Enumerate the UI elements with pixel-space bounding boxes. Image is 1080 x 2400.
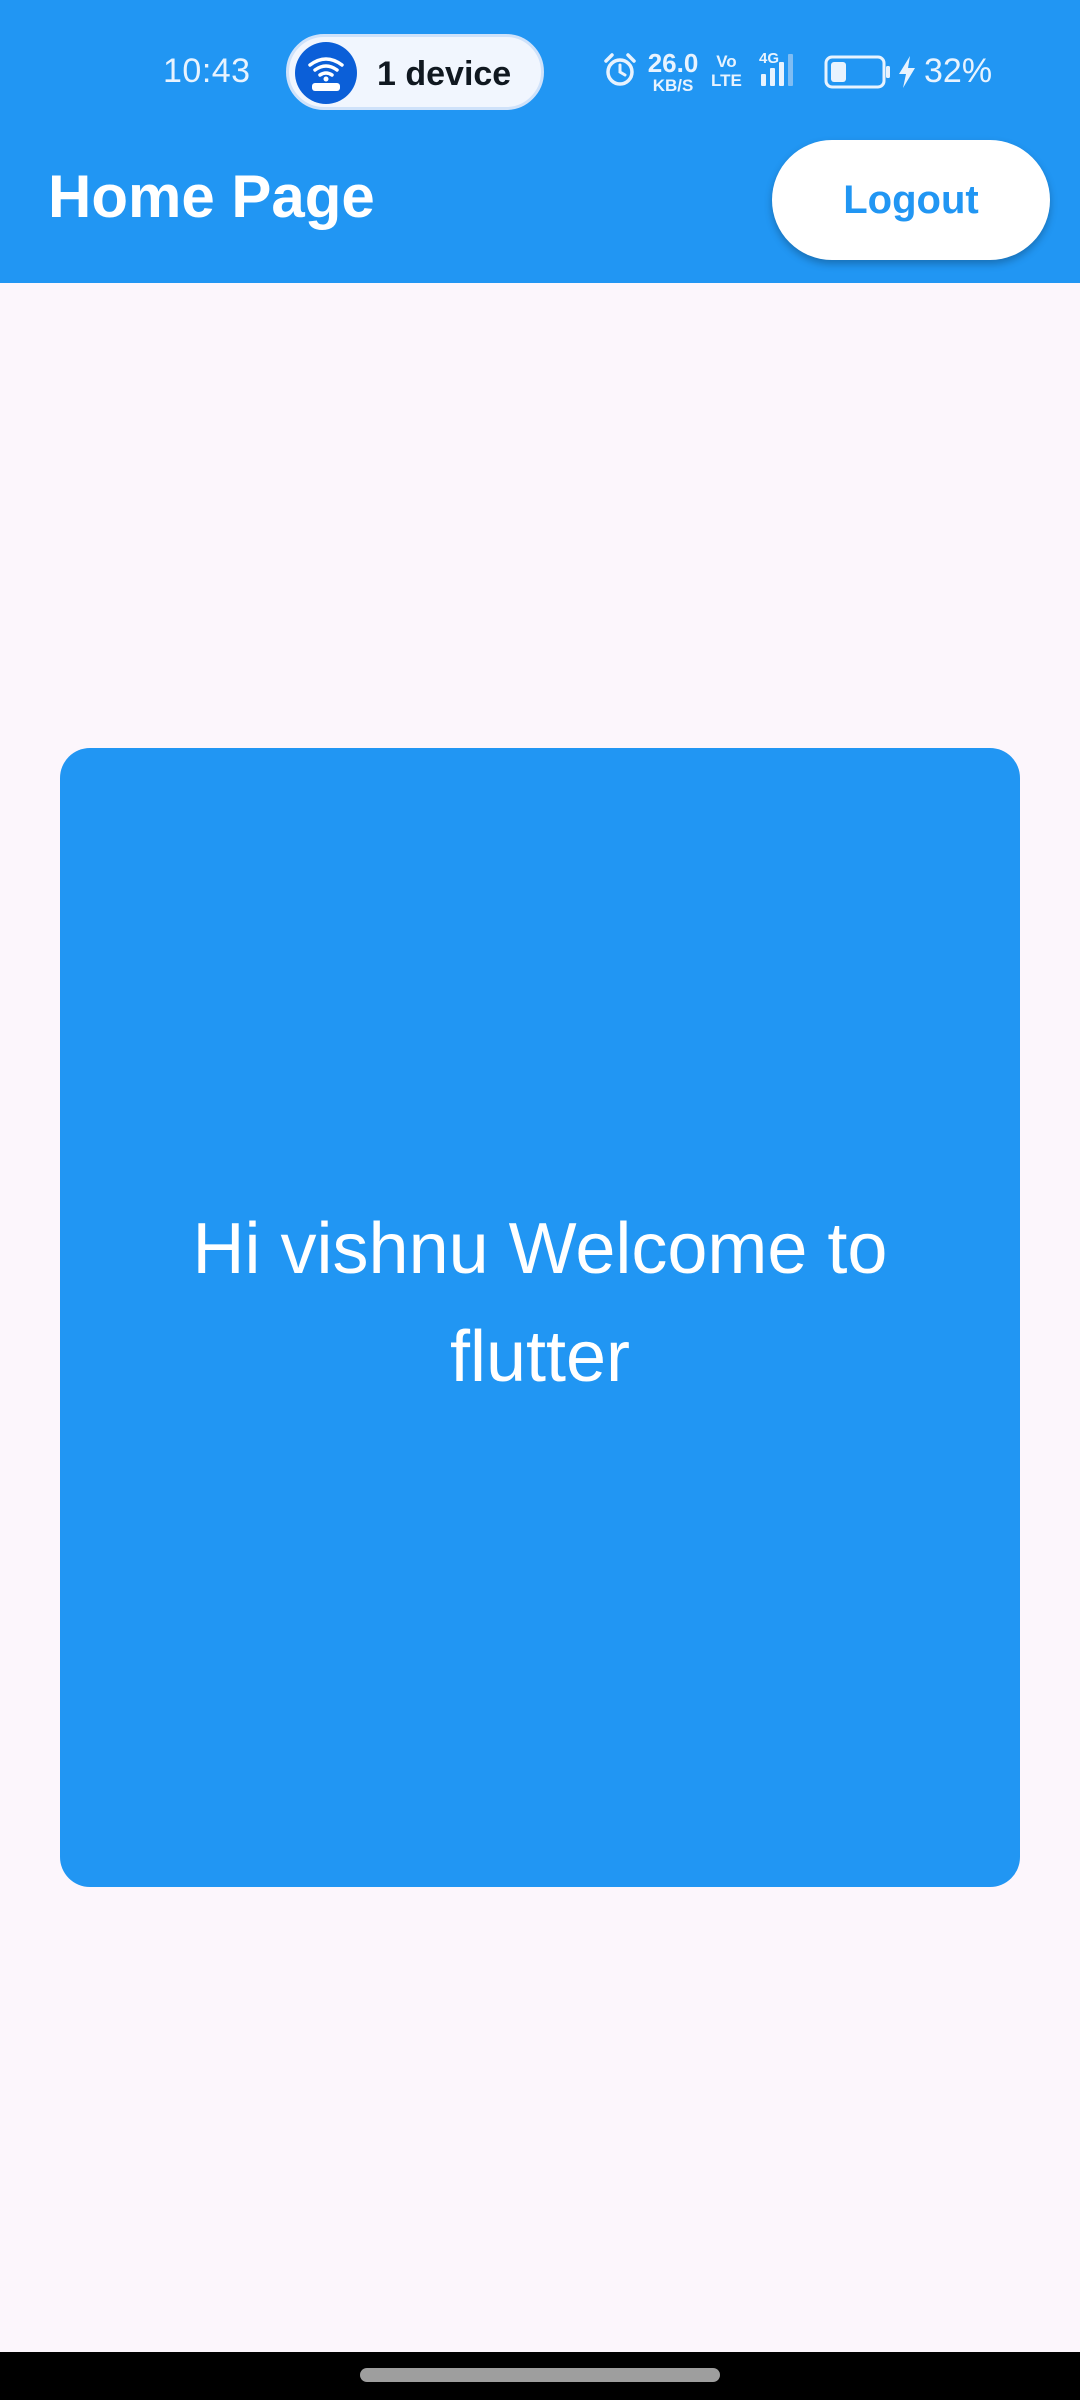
battery-icon: [824, 55, 890, 89]
cellular-signal-icon: 4G: [757, 50, 809, 90]
wifi-hotspot-icon: [295, 42, 357, 104]
status-bar: 10:43 1 device 26.0 KB/S Vo LTE 4G 32%: [0, 0, 1080, 140]
network-speed-unit: KB/S: [652, 76, 694, 95]
charging-bolt-icon: [899, 56, 915, 88]
system-nav-bar: [0, 2352, 1080, 2400]
volte-indicator: Vo LTE: [711, 52, 742, 90]
app-screen: 10:43 1 device 26.0 KB/S Vo LTE 4G 32% H…: [0, 0, 1080, 2400]
alarm-icon: [604, 53, 636, 86]
hotspot-device-count: 1 device: [377, 55, 512, 93]
status-time: 10:43: [163, 52, 251, 90]
hotspot-chip[interactable]: 1 device: [286, 34, 544, 110]
page-title: Home Page: [48, 163, 375, 230]
home-indicator[interactable]: [360, 2368, 720, 2382]
network-speed: 26.0 KB/S: [645, 50, 701, 94]
battery-percent: 32%: [924, 52, 993, 90]
volte-top: Vo: [716, 52, 737, 71]
network-speed-value: 26.0: [647, 48, 699, 78]
welcome-message: Hi vishnu Welcome to flutter: [192, 1208, 888, 1397]
logout-button[interactable]: Logout: [772, 140, 1050, 260]
welcome-card: Hi vishnu Welcome to flutter: [60, 748, 1020, 1887]
app-bar: Home Page Logout: [0, 140, 1080, 283]
volte-bottom: LTE: [711, 71, 742, 90]
